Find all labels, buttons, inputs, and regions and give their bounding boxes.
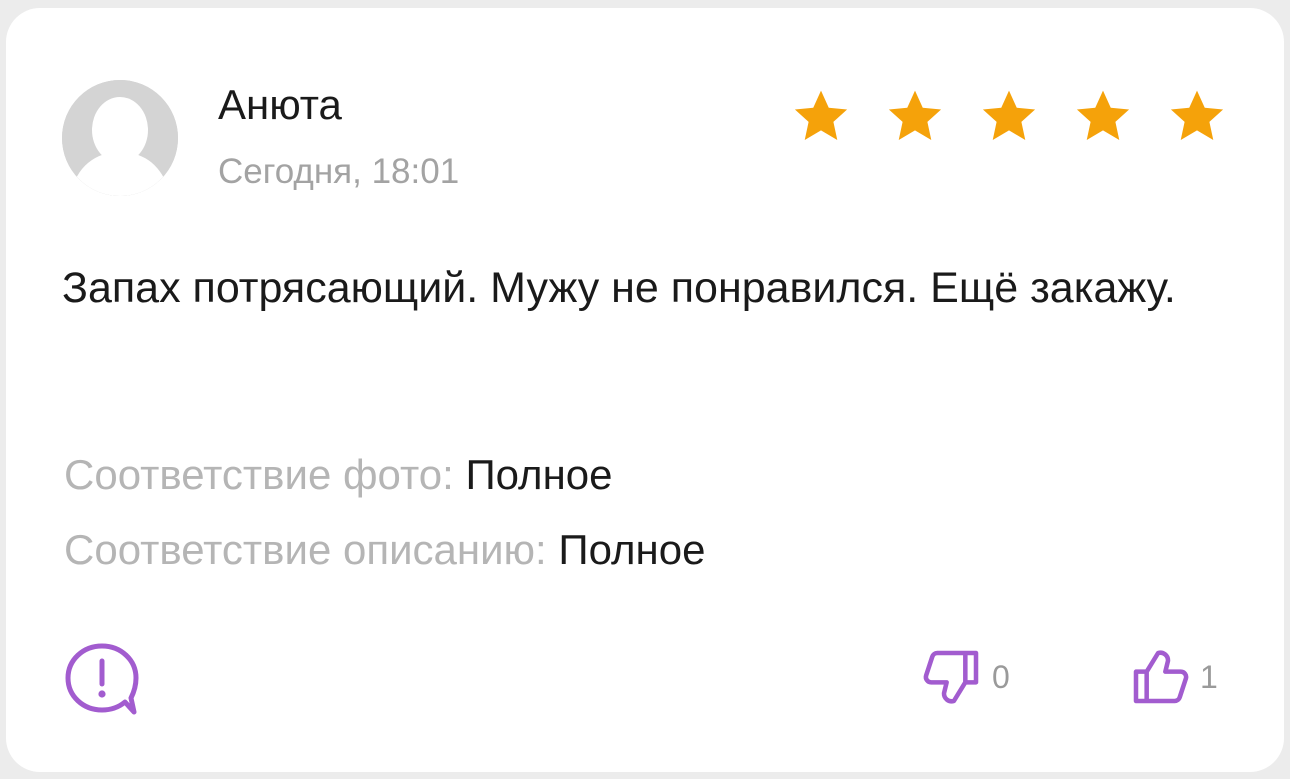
attribute-value: Полное <box>558 526 706 573</box>
review-date: Сегодня, 18:01 <box>218 152 460 191</box>
thumbs-up-icon <box>1133 650 1189 704</box>
avatar[interactable] <box>62 80 178 196</box>
attribute-photo-match: Соответствие фото: Полное <box>64 454 612 496</box>
attribute-value: Полное <box>465 451 613 498</box>
review-card: Анюта Сегодня, 18:01 Запах потрясающий. … <box>6 8 1284 772</box>
like-count: 1 <box>1200 658 1218 695</box>
report-button[interactable] <box>62 640 142 720</box>
attribute-label: Соответствие описанию: <box>64 526 547 573</box>
star-icon <box>888 90 942 140</box>
star-icon <box>982 90 1036 140</box>
attribute-description-match: Соответствие описанию: Полное <box>64 529 705 571</box>
star-icon <box>1170 90 1224 140</box>
user-placeholder-icon <box>62 80 178 196</box>
dislike-button[interactable]: 0 <box>920 644 1010 710</box>
review-text: Запах потрясающий. Мужу не понравился. Е… <box>62 264 1176 312</box>
attribute-label: Соответствие фото: <box>64 451 454 498</box>
rating-stars <box>790 86 1228 152</box>
like-button[interactable]: 1 <box>1128 644 1218 710</box>
author-name: Анюта <box>218 81 342 128</box>
star-icon <box>794 90 848 140</box>
exclamation-bubble-icon <box>65 643 139 715</box>
dislike-count: 0 <box>992 658 1010 695</box>
thumbs-down-icon <box>923 650 979 704</box>
star-icon <box>1076 90 1130 140</box>
